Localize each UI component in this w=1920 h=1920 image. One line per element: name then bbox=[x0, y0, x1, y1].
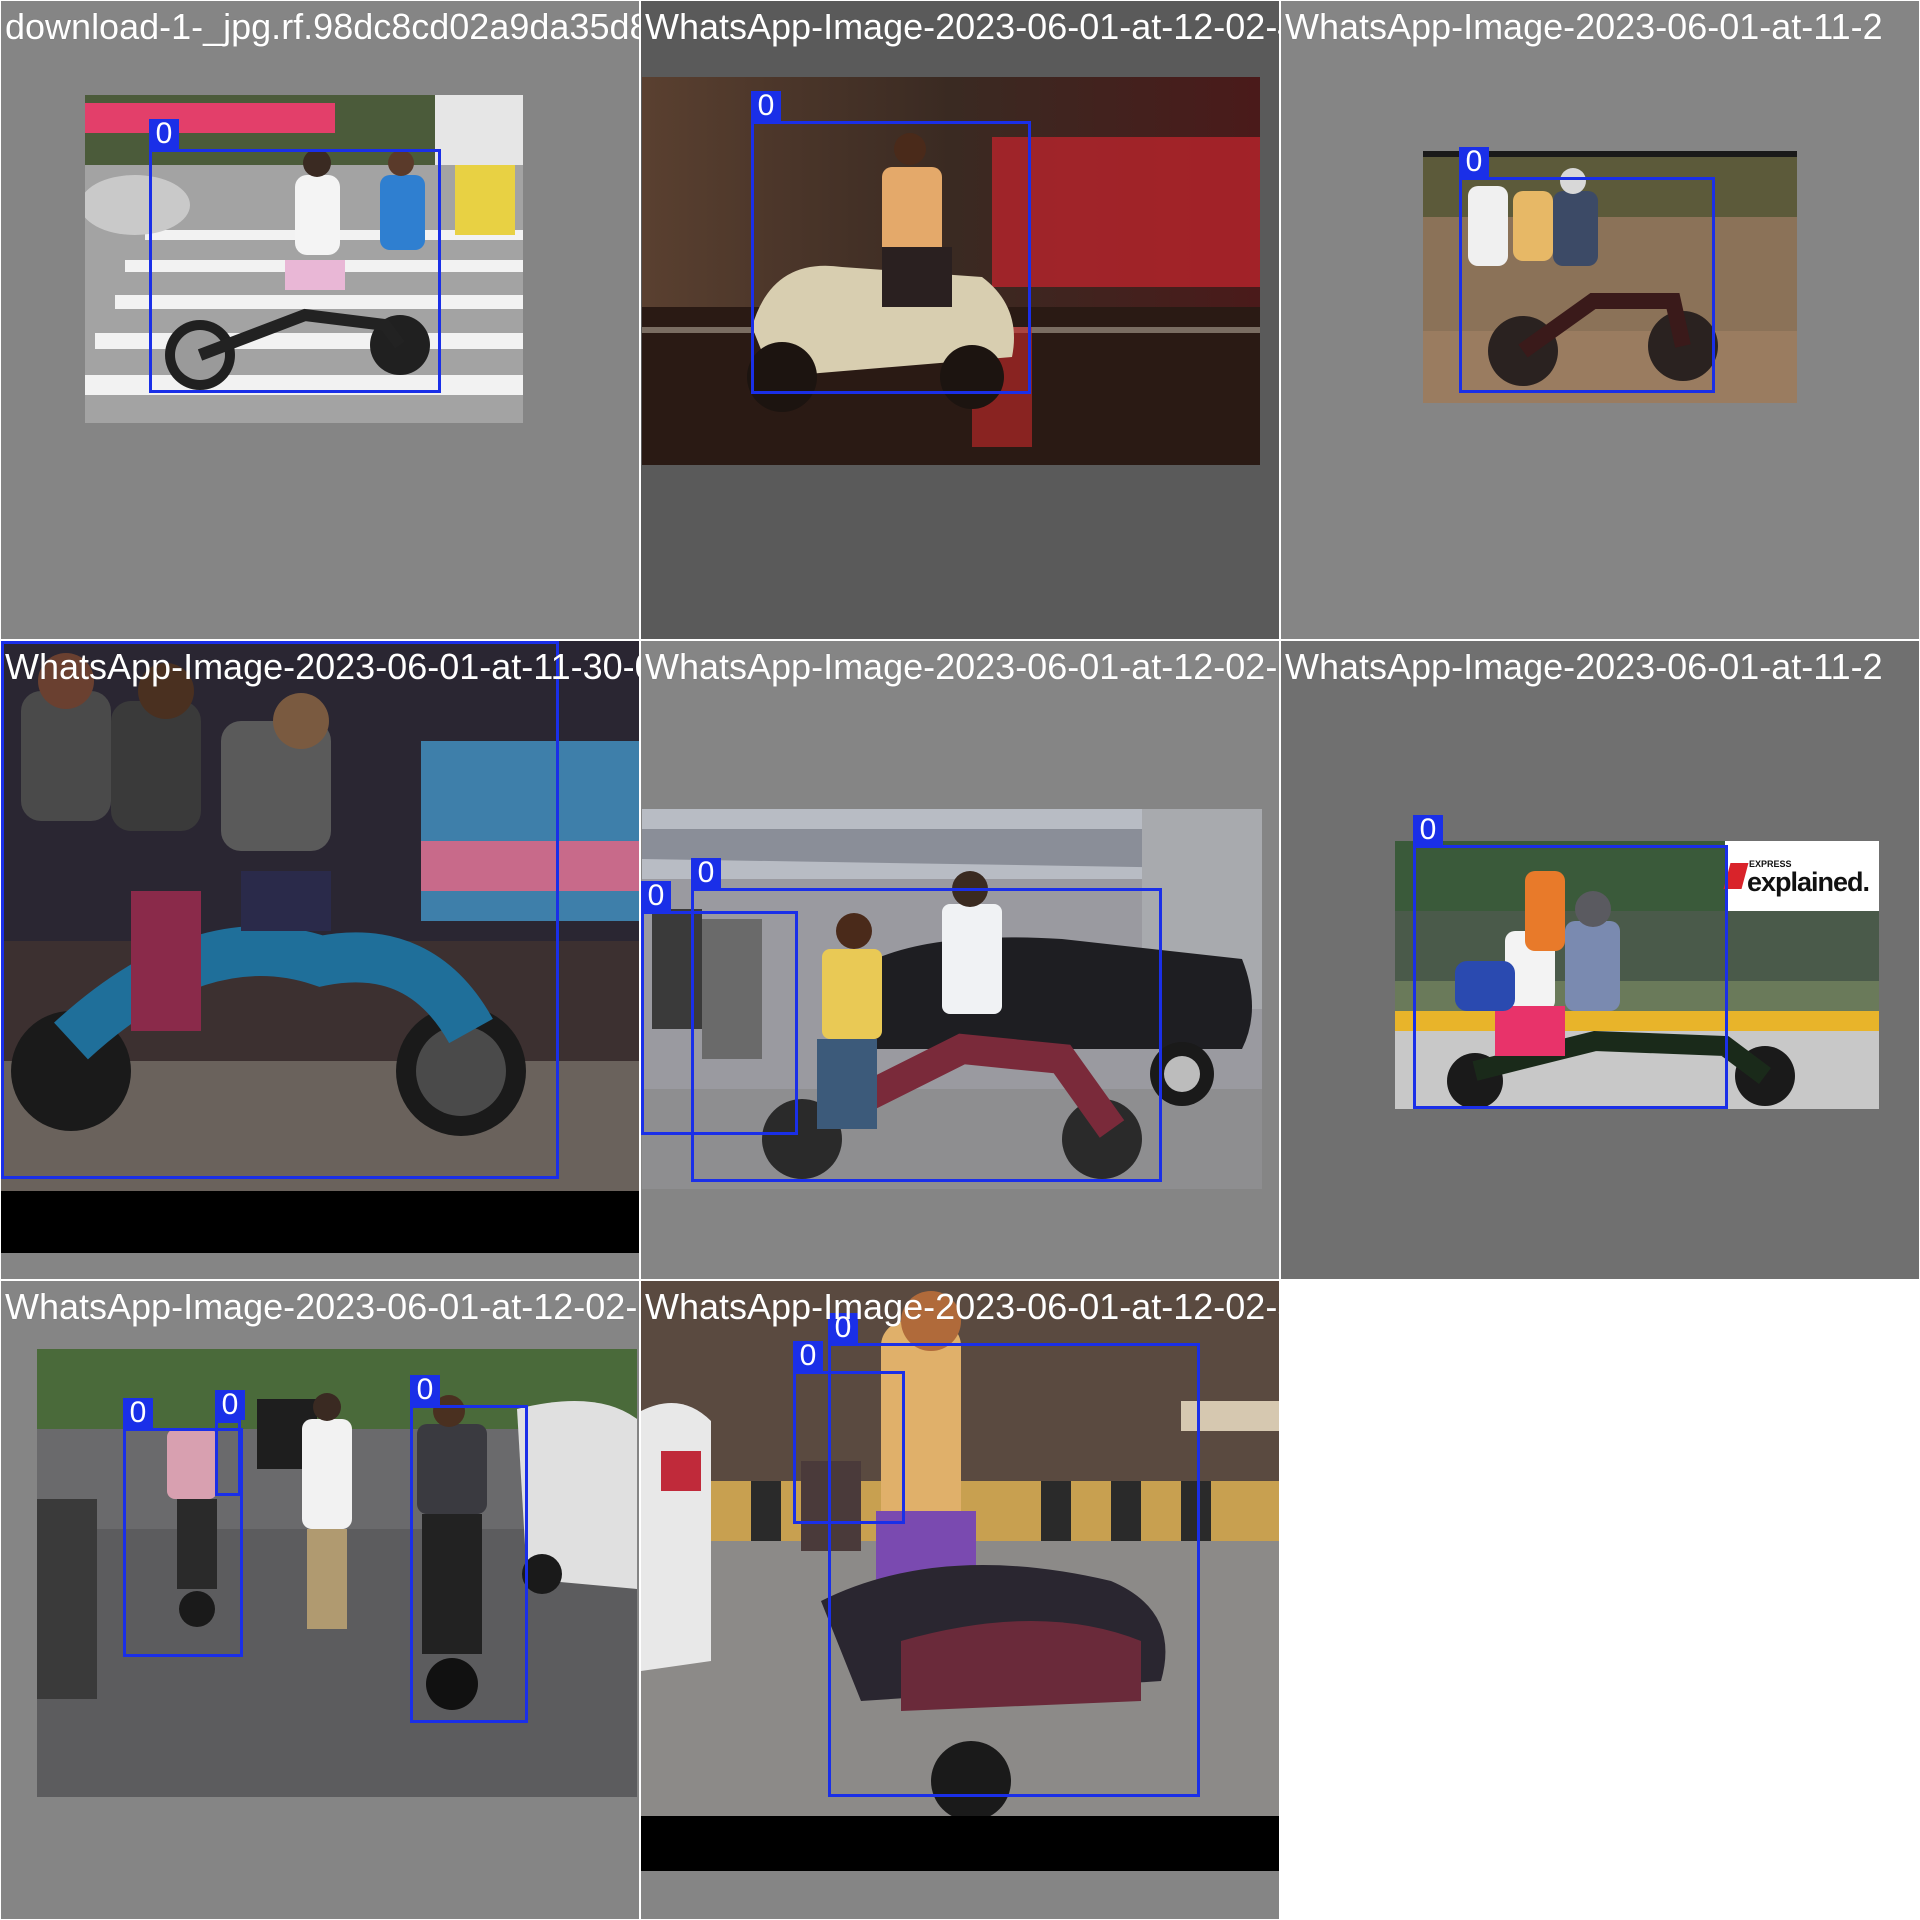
detection-box: 0 bbox=[149, 119, 441, 393]
tile-3: 0 WhatsApp-Image-2023-06-01-at-11-2 bbox=[1281, 1, 1919, 639]
class-label: 0 bbox=[123, 1398, 153, 1428]
tile-caption: WhatsApp-Image-2023-06-01-at-12-02-13_jp bbox=[645, 646, 1279, 687]
tile-4: 0 WhatsApp-Image-2023-06-01-at-11-30-01_… bbox=[1, 641, 639, 1279]
class-label: 0 bbox=[1459, 147, 1489, 177]
tile-7: 0 0 0 WhatsApp-Image-2023-06-01-at-12-02… bbox=[1, 1281, 639, 1919]
detection-box: 0 bbox=[751, 91, 1031, 394]
express-explained-logo: EXPRESS explained. bbox=[1723, 851, 1871, 903]
grid-divider bbox=[639, 0, 641, 1920]
tile-2: 0 WhatsApp-Image-2023-06-01-at-12-02-43_… bbox=[641, 1, 1279, 639]
tile-caption: WhatsApp-Image-2023-06-01-at-12-02-43_1 bbox=[645, 6, 1279, 47]
detection-box: 0 bbox=[410, 1375, 528, 1723]
detection-box: 0 bbox=[1, 641, 559, 1179]
tile-1: 0 download-1-_jpg.rf.98dc8cd02a9da35d882… bbox=[1, 1, 639, 639]
class-label: 0 bbox=[641, 881, 671, 911]
grid-divider bbox=[0, 1279, 1280, 1281]
tile-6: EXPRESS explained. 0 WhatsApp-Image-2023… bbox=[1281, 641, 1919, 1279]
tile-caption: WhatsApp-Image-2023-06-01-at-11-2 bbox=[1285, 6, 1883, 47]
tile-caption: WhatsApp-Image-2023-06-01-at-12-02-21_jp bbox=[5, 1286, 639, 1327]
detection-box: 0 bbox=[215, 1390, 245, 1496]
class-label: 0 bbox=[793, 1341, 823, 1371]
class-label: 0 bbox=[1413, 815, 1443, 845]
tile-5: 0 0 WhatsApp-Image-2023-06-01-at-12-02-1… bbox=[641, 641, 1279, 1279]
class-label: 0 bbox=[691, 858, 721, 888]
detection-box: 0 bbox=[691, 858, 1162, 1182]
tile-caption: WhatsApp-Image-2023-06-01-at-11-2 bbox=[1285, 646, 1883, 687]
detection-box: 0 bbox=[1459, 147, 1715, 393]
class-label: 0 bbox=[149, 119, 179, 149]
class-label: 0 bbox=[215, 1390, 245, 1420]
grid-divider bbox=[0, 639, 1920, 641]
class-label: 0 bbox=[410, 1375, 440, 1405]
logo-big-text: explained. bbox=[1747, 867, 1870, 897]
class-label: 0 bbox=[751, 91, 781, 121]
tile-caption: WhatsApp-Image-2023-06-01-at-12-02-38_jp bbox=[645, 1286, 1279, 1327]
tile-8: 0 0 WhatsApp-Image-2023-06-01-at-12-02-3… bbox=[641, 1281, 1279, 1919]
tile-caption: WhatsApp-Image-2023-06-01-at-11-30-01_jp bbox=[5, 646, 639, 687]
detection-box: 0 bbox=[1413, 815, 1728, 1109]
tile-caption: download-1-_jpg.rf.98dc8cd02a9da35d88265 bbox=[5, 6, 639, 47]
detection-box: 0 bbox=[828, 1313, 1200, 1797]
